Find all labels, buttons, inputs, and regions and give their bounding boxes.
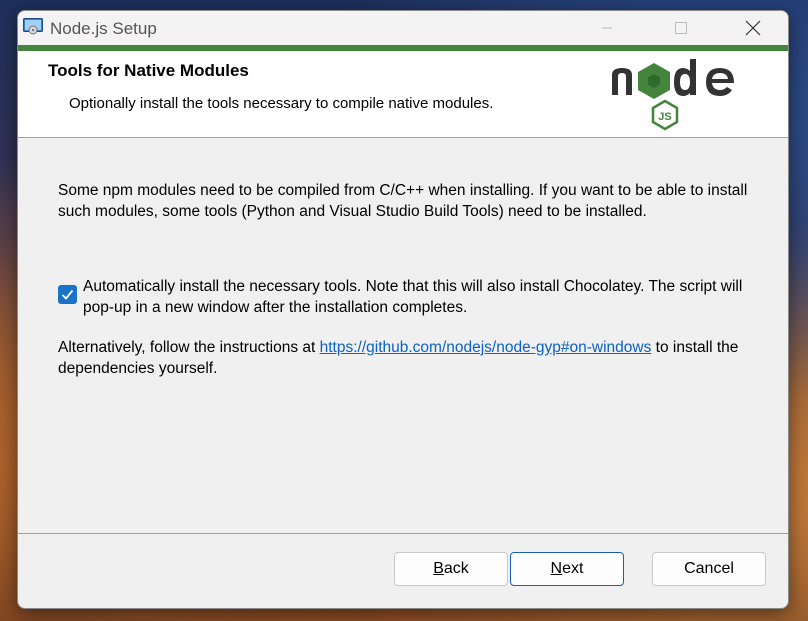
window-title: Node.js Setup <box>50 19 157 38</box>
close-button[interactable] <box>730 11 776 45</box>
checkmark-icon <box>61 289 74 300</box>
next-mnemonic: N <box>550 560 563 577</box>
maximize-icon <box>675 22 687 34</box>
footer-divider <box>18 533 788 534</box>
title-bar[interactable]: Node.js Setup <box>18 11 788 45</box>
svg-text:JS: JS <box>658 111 671 123</box>
alternative-text: Alternatively, follow the instructions a… <box>58 337 758 379</box>
page-content: Some npm modules need to be compiled fro… <box>18 138 788 533</box>
description-text: Some npm modules need to be compiled fro… <box>58 182 748 220</box>
next-button[interactable]: Next <box>510 552 624 586</box>
page-title: Tools for Native Modules <box>48 61 249 80</box>
maximize-button[interactable] <box>658 11 704 45</box>
minimize-icon <box>602 27 612 29</box>
header-banner: Tools for Native Modules Optionally inst… <box>18 51 788 138</box>
back-label-rest: ack <box>443 560 469 577</box>
minimize-button[interactable] <box>584 11 630 45</box>
installer-app-icon <box>23 18 43 35</box>
back-mnemonic: B <box>433 560 444 577</box>
node-js-logo: JS <box>612 59 734 131</box>
setup-window: Node.js Setup Tools for Native Modules O… <box>17 10 789 609</box>
page-subtitle: Optionally install the tools necessary t… <box>69 95 494 112</box>
close-icon <box>745 20 761 36</box>
node-gyp-link[interactable]: https://github.com/nodejs/node-gyp#on-wi… <box>320 339 652 356</box>
install-tools-checkbox-label[interactable]: Automatically install the necessary tool… <box>83 276 773 318</box>
cancel-button[interactable]: Cancel <box>652 552 766 586</box>
alternative-prefix: Alternatively, follow the instructions a… <box>58 339 320 356</box>
install-tools-checkbox[interactable] <box>58 285 77 304</box>
next-label-rest: ext <box>562 560 584 577</box>
back-button[interactable]: Back <box>394 552 508 586</box>
